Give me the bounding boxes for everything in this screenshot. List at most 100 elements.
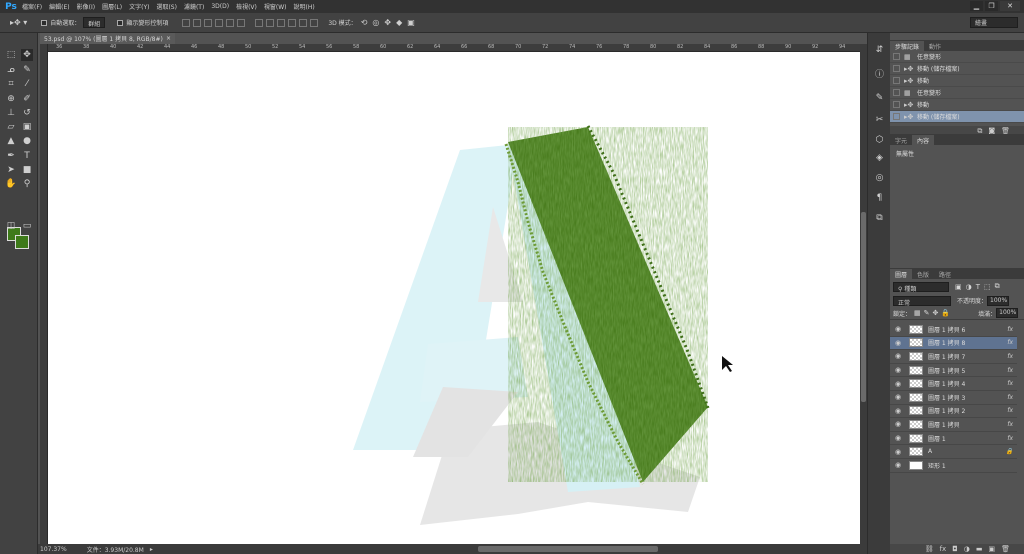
scale-3d-icon[interactable]: ▣ (407, 18, 415, 27)
filter-shape-icon[interactable]: ⬚ (984, 283, 991, 291)
restore-button[interactable]: ❐ (985, 1, 998, 11)
menu-view[interactable]: 檢視(V) (236, 2, 257, 11)
info-icon[interactable]: ⓘ (873, 67, 886, 80)
clone-source-icon[interactable]: ◈ (873, 151, 886, 164)
layer-row[interactable]: ◉ 圖層 1 拷貝 8 fx (890, 336, 1017, 351)
dodge-tool-icon[interactable]: ● (21, 135, 33, 147)
menu-layer[interactable]: 圖層(L) (102, 2, 122, 11)
transform-controls-checkbox[interactable] (117, 19, 124, 26)
visibility-eye-icon[interactable]: ◉ (893, 325, 903, 333)
tab-properties[interactable]: 內容 (912, 135, 935, 145)
zoom-tool-icon[interactable]: ⚲ (21, 178, 33, 190)
layer-row[interactable]: ◉ 圖層 1 拷貝 4 fx (890, 377, 1017, 391)
layer-row[interactable]: ◉ 矩形 1 (890, 459, 1017, 473)
filter-adjustment-icon[interactable]: ◑ (966, 283, 972, 291)
vertical-scroll-thumb[interactable] (861, 212, 866, 402)
history-item[interactable]: ▦ 任意變形 (890, 87, 1024, 99)
layer-name[interactable]: 圖層 1 拷貝 3 (928, 393, 965, 402)
layer-name[interactable]: 圖層 1 拷貝 7 (928, 352, 965, 361)
lock-all-icon[interactable]: 🔒 (941, 309, 950, 317)
history-checkbox[interactable] (893, 77, 900, 84)
stamp-tool-icon[interactable]: ⊥ (5, 107, 17, 119)
tab-paths[interactable]: 路徑 (934, 269, 956, 279)
align-bottom-icon[interactable] (204, 18, 213, 27)
menu-window[interactable]: 視窗(W) (264, 2, 287, 11)
layer-row[interactable]: ◉ 圖層 1 拷貝 3 fx (890, 391, 1017, 405)
layer-name[interactable]: 矩形 1 (928, 461, 946, 470)
document-canvas[interactable] (48, 52, 860, 544)
tab-layers[interactable]: 圖層 (890, 269, 913, 279)
align-right-icon[interactable] (237, 18, 246, 27)
add-mask-icon[interactable]: ◘ (952, 545, 958, 553)
visibility-eye-icon[interactable]: ◉ (893, 407, 903, 415)
menu-3d[interactable]: 3D(D) (211, 3, 229, 10)
layer-name[interactable]: 圖層 1 拷貝 4 (928, 379, 965, 388)
menu-help[interactable]: 說明(H) (294, 2, 315, 11)
quick-mask-icon[interactable]: ◫ (5, 220, 17, 232)
visibility-eye-icon[interactable]: ◉ (893, 366, 903, 374)
vertical-scrollbar[interactable] (860, 44, 867, 544)
workspace-dropdown[interactable]: 繪畫 (970, 17, 1018, 28)
filter-type-icon[interactable]: T (976, 283, 980, 291)
history-item[interactable]: ▸✥ 移動 (890, 75, 1024, 87)
new-group-icon[interactable]: ▬ (976, 545, 983, 553)
brush-tool-icon[interactable]: ✐ (21, 93, 33, 105)
visibility-eye-icon[interactable]: ◉ (893, 339, 903, 347)
tools-panel-icon[interactable]: ✂ (873, 113, 886, 126)
filter-smart-object-icon[interactable]: ⧉ (995, 282, 1000, 291)
layer-row[interactable]: ◉ 圖層 1 拷貝 5 fx (890, 364, 1017, 378)
add-style-icon[interactable]: fx (940, 545, 947, 553)
menu-type[interactable]: 文字(Y) (129, 2, 149, 11)
layer-fx-icon[interactable]: fx (1007, 353, 1013, 360)
history-checkbox[interactable] (893, 101, 900, 108)
rotate-3d-icon[interactable]: ⟲ (361, 18, 368, 27)
adjustment-layer-icon[interactable]: ◑ (964, 545, 970, 553)
visibility-eye-icon[interactable]: ◉ (893, 393, 903, 401)
layer-row[interactable]: ◉ 圖層 1 拷貝 fx (890, 418, 1017, 432)
menu-edit[interactable]: 編輯(E) (49, 2, 69, 11)
link-layers-icon[interactable]: ⛓ (925, 545, 934, 553)
pen-tool-icon[interactable]: ✒ (5, 150, 17, 162)
healing-tool-icon[interactable]: ⊕ (5, 93, 17, 105)
drag-3d-icon[interactable]: ✥ (384, 18, 391, 27)
new-layer-icon[interactable]: ▣ (988, 545, 995, 553)
align-vcenter-icon[interactable] (193, 18, 202, 27)
distribute-bottom-icon[interactable] (277, 18, 286, 27)
visibility-eye-icon[interactable]: ◉ (893, 434, 903, 442)
blur-tool-icon[interactable]: ▲ (5, 135, 17, 147)
horizontal-scroll-thumb[interactable] (478, 546, 658, 552)
layer-name[interactable]: 圖層 1 拷貝 6 (928, 325, 965, 334)
close-button[interactable]: ✕ (1000, 1, 1020, 11)
history-checkbox[interactable] (893, 65, 900, 72)
history-checkbox[interactable] (893, 113, 900, 120)
menu-filter[interactable]: 濾鏡(T) (184, 2, 204, 11)
brush-panel-icon[interactable]: ✎ (873, 91, 886, 104)
history-item[interactable]: ▸✥ 移動 (儲存檔案) (890, 63, 1024, 75)
hand-tool-icon[interactable]: ✋ (5, 178, 17, 190)
layer-row[interactable]: ◉ A 🔒 (890, 445, 1017, 459)
layer-fx-icon[interactable]: fx (1007, 407, 1013, 414)
visibility-eye-icon[interactable]: ◉ (893, 448, 903, 456)
tab-actions[interactable]: 動作 (924, 41, 946, 51)
menu-file[interactable]: 檔案(F) (22, 2, 42, 11)
lasso-tool-icon[interactable]: ᓄ (5, 64, 17, 76)
arrange-icon[interactable]: ⇵ (873, 43, 886, 56)
status-arrow-icon[interactable]: ▸ (150, 546, 153, 553)
eyedropper-tool-icon[interactable]: ⁄ (21, 78, 33, 90)
layer-row[interactable]: ◉ 圖層 1 拷貝 2 fx (890, 405, 1017, 419)
layer-name[interactable]: 圖層 1 拷貝 (928, 420, 960, 429)
zoom-level[interactable]: 107.37% (40, 546, 67, 553)
blend-mode-dropdown[interactable]: 正常 (893, 295, 951, 307)
layer-filter-dropdown[interactable]: ⚲ 種類 (893, 281, 949, 293)
delete-layer-icon[interactable]: 🗑 (1001, 545, 1010, 553)
gradient-tool-icon[interactable]: ▣ (21, 121, 33, 133)
layer-fx-icon[interactable]: fx (1007, 367, 1013, 374)
background-color-swatch[interactable] (15, 235, 29, 249)
screen-mode-icon[interactable]: ▭ (21, 220, 33, 232)
layer-name[interactable]: 圖層 1 (928, 434, 946, 443)
eraser-tool-icon[interactable]: ▱ (5, 121, 17, 133)
layer-row[interactable]: ◉ 圖層 1 拷貝 7 fx (890, 350, 1017, 364)
shape-tool-icon[interactable]: ■ (21, 164, 33, 176)
align-top-icon[interactable] (182, 18, 191, 27)
visibility-eye-icon[interactable]: ◉ (893, 380, 903, 388)
